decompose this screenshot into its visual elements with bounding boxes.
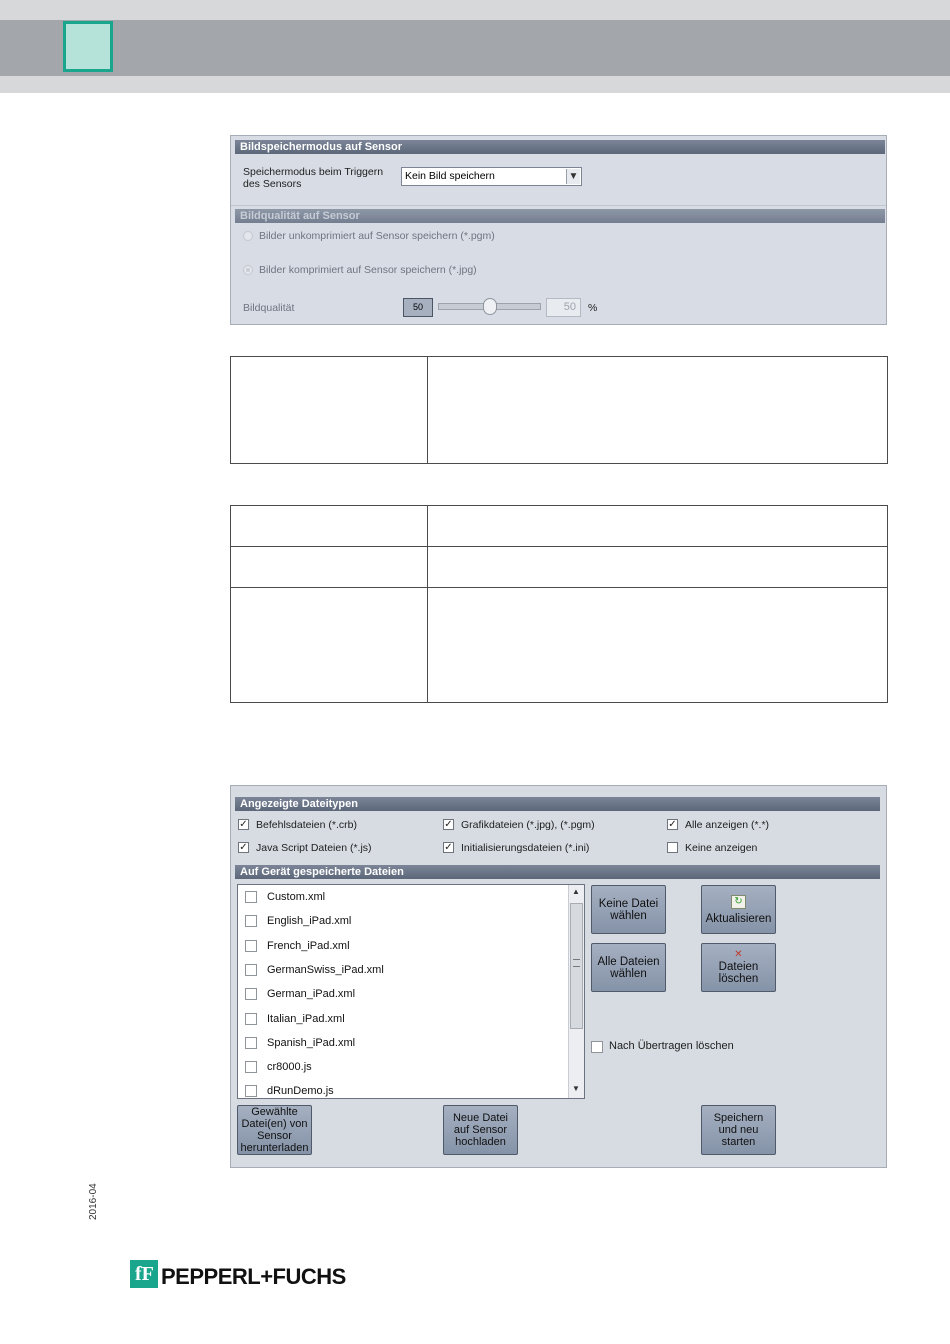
table-column-divider	[427, 357, 428, 463]
radio-compressed[interactable]	[243, 265, 253, 275]
download-button[interactable]: Gewählte Datei(en) von Sensor herunterla…	[237, 1105, 312, 1155]
image-storage-title: Bildspeichermodus auf Sensor	[235, 140, 885, 154]
quality-slider-thumb[interactable]	[482, 298, 497, 315]
file-name: English_iPad.xml	[267, 915, 352, 928]
filetype-label: Alle anzeigen (*.*)	[685, 819, 770, 831]
delete-label: Dateien löschen	[718, 960, 759, 985]
storage-mode-label: Speichermodus beim Triggern des Sensors	[243, 166, 384, 190]
delete-icon: ✕	[734, 948, 743, 960]
logo-mark: fF	[135, 1263, 154, 1285]
option-compressed-label: Bilder komprimiert auf Sensor speichern …	[259, 264, 477, 276]
table-row-divider	[231, 546, 887, 547]
footer-date: 2016-04	[88, 1183, 99, 1220]
checkbox-alle-anzeigen[interactable]: ✓	[667, 819, 678, 830]
file-checkbox[interactable]	[245, 1061, 257, 1074]
select-none-label: Keine Datei wählen	[598, 897, 659, 922]
table-column-divider	[427, 506, 428, 702]
chevron-down-icon[interactable]: ▼	[566, 169, 580, 184]
checkbox-javascript[interactable]: ✓	[238, 842, 249, 853]
brand-name: PEPPERL+FUCHS	[161, 1264, 346, 1289]
storage-mode-dropdown[interactable]: Kein Bild speichern ▼	[401, 167, 582, 186]
file-list-scrollbar[interactable]: ▲ ▼	[568, 885, 584, 1098]
checkbox-befehlsdateien[interactable]: ✓	[238, 819, 249, 830]
file-name: Spanish_iPad.xml	[267, 1036, 356, 1049]
file-list-item[interactable]: Italian_iPad.xml	[245, 1007, 565, 1031]
delete-files-button[interactable]: ✕ Dateien löschen	[701, 943, 776, 992]
file-list-item[interactable]: Custom.xml	[245, 885, 565, 909]
scroll-down-icon[interactable]: ▼	[572, 1084, 580, 1093]
filetype-label: Befehlsdateien (*.crb)	[256, 819, 357, 831]
upload-label: Neue Datei auf Sensor hochladen	[452, 1112, 509, 1148]
checkbox-grafikdateien[interactable]: ✓	[443, 819, 454, 830]
file-types-title: Angezeigte Dateitypen	[235, 797, 880, 811]
section-divider	[231, 205, 886, 206]
refresh-button[interactable]: ↻ Aktualisieren	[701, 885, 776, 934]
file-list[interactable]: ▲ ▼ Custom.xml English_iPad.xml French_iPa…	[237, 884, 585, 1099]
checkbox-delete-after-transfer[interactable]	[591, 1041, 603, 1053]
save-restart-label: Speichern und neu starten	[713, 1112, 764, 1148]
file-name: cr8000.js	[267, 1061, 312, 1074]
download-label: Gewählte Datei(en) von Sensor herunterla…	[240, 1106, 309, 1154]
filetype-label: Grafikdateien (*.jpg), (*.pgm)	[461, 819, 595, 831]
filetype-label: Initialisierungsdateien (*.ini)	[461, 842, 590, 854]
upload-button[interactable]: Neue Datei auf Sensor hochladen	[443, 1105, 518, 1155]
save-restart-button[interactable]: Speichern und neu starten	[701, 1105, 776, 1155]
scroll-up-icon[interactable]: ▲	[572, 887, 580, 896]
quality-value: 50	[412, 302, 423, 312]
file-name: GermanSwiss_iPad.xml	[267, 963, 384, 976]
file-checkbox[interactable]	[245, 1012, 257, 1025]
description-table-1	[230, 356, 888, 464]
select-all-label: Alle Dateien wählen	[597, 955, 660, 980]
select-none-button[interactable]: Keine Datei wählen	[591, 885, 666, 934]
radio-uncompressed[interactable]	[243, 231, 253, 241]
file-name: German_iPad.xml	[267, 988, 356, 1001]
quality-unit: %	[588, 302, 598, 314]
delete-after-transfer-label: Nach Übertragen löschen	[609, 1040, 734, 1052]
file-list-item[interactable]: cr8000.js	[245, 1055, 565, 1079]
file-checkbox[interactable]	[245, 1085, 257, 1098]
refresh-label: Aktualisieren	[705, 912, 772, 925]
file-name: dRunDemo.js	[267, 1085, 334, 1098]
file-checkbox[interactable]	[245, 988, 257, 1001]
file-list-item[interactable]: English_iPad.xml	[245, 909, 565, 933]
file-list-item[interactable]: German_iPad.xml	[245, 982, 565, 1006]
quality-label: Bildqualität	[243, 302, 295, 314]
quality-value-box: 50	[403, 298, 433, 317]
file-checkbox[interactable]	[245, 939, 257, 952]
header-bottom-strip	[0, 76, 950, 93]
file-name: French_iPad.xml	[267, 939, 350, 952]
file-checkbox[interactable]	[245, 963, 257, 976]
storage-mode-value: Kein Bild speichern	[405, 170, 495, 182]
chapter-marker	[63, 21, 113, 72]
header-top-strip	[0, 0, 950, 20]
description-table-2	[230, 505, 888, 703]
file-list-scroll-thumb[interactable]	[570, 903, 583, 1029]
quality-section-title: Bildqualität auf Sensor	[235, 209, 885, 223]
file-checkbox[interactable]	[245, 891, 257, 903]
quality-input[interactable]: 50	[546, 298, 581, 317]
pepperl-fuchs-logo-icon: fF	[130, 1260, 158, 1288]
stored-files-title: Auf Gerät gespeicherte Dateien	[235, 865, 880, 879]
file-checkbox[interactable]	[245, 1036, 257, 1049]
grip-icon	[573, 959, 580, 967]
quality-input-value: 50	[563, 301, 576, 313]
option-uncompressed-label: Bilder unkomprimiert auf Sensor speicher…	[259, 230, 495, 242]
file-name: Italian_iPad.xml	[267, 1012, 345, 1025]
file-list-item[interactable]: dRunDemo.js	[245, 1079, 565, 1098]
filetype-label: Java Script Dateien (*.js)	[256, 842, 372, 854]
file-list-item[interactable]: French_iPad.xml	[245, 934, 565, 958]
header-band	[0, 20, 950, 76]
checkbox-keine-anzeigen[interactable]	[667, 842, 678, 853]
checkbox-initialisierung[interactable]: ✓	[443, 842, 454, 853]
refresh-icon: ↻	[731, 894, 746, 909]
filetype-label: Keine anzeigen	[685, 842, 758, 854]
file-name: Custom.xml	[267, 891, 326, 903]
file-checkbox[interactable]	[245, 915, 257, 928]
image-storage-panel: Bildspeichermodus auf Sensor Speichermod…	[230, 135, 887, 325]
file-list-item[interactable]: GermanSwiss_iPad.xml	[245, 958, 565, 982]
file-manager-panel: Angezeigte Dateitypen ✓ Befehlsdateien (…	[230, 785, 887, 1168]
file-list-item[interactable]: Spanish_iPad.xml	[245, 1031, 565, 1055]
table-row-divider	[231, 587, 887, 588]
select-all-button[interactable]: Alle Dateien wählen	[591, 943, 666, 992]
